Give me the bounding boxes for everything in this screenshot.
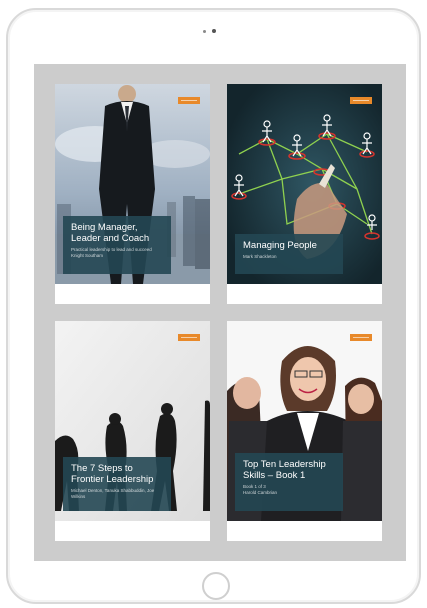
- book-label: Being Manager, Leader and Coach Practica…: [63, 216, 171, 274]
- book-card-2[interactable]: Managing People Mark Shackleton: [227, 84, 382, 304]
- book-author: Knight Southam: [71, 253, 104, 258]
- book-title: Top Ten Leadership Skills – Book 1: [243, 459, 326, 481]
- publisher-logo: [178, 334, 200, 341]
- book-title: Being Manager, Leader and Coach: [71, 222, 150, 244]
- book-subtitle: Mark Shackleton: [243, 254, 277, 259]
- book-label: Top Ten Leadership Skills – Book 1 Book …: [235, 453, 343, 511]
- publisher-logo: [350, 97, 372, 104]
- home-button-icon[interactable]: [202, 572, 230, 600]
- book-title: The 7 Steps to Frontier Leadership: [71, 463, 154, 485]
- book-author: Wilkins: [71, 494, 86, 499]
- publisher-logo: [350, 334, 372, 341]
- publisher-logo: [178, 97, 200, 104]
- book-author: Harold Cambrian: [243, 490, 278, 495]
- book-label: Managing People Mark Shackleton: [235, 234, 343, 274]
- book-title: Managing People: [243, 240, 317, 251]
- camera-icon: [203, 28, 223, 34]
- screen: Being Manager, Leader and Coach Practica…: [34, 64, 406, 561]
- book-card-4[interactable]: Top Ten Leadership Skills – Book 1 Book …: [227, 321, 382, 541]
- book-card-3[interactable]: The 7 Steps to Frontier Leadership Micha…: [55, 321, 210, 541]
- book-label: The 7 Steps to Frontier Leadership Micha…: [63, 457, 171, 511]
- book-card-1[interactable]: Being Manager, Leader and Coach Practica…: [55, 84, 210, 304]
